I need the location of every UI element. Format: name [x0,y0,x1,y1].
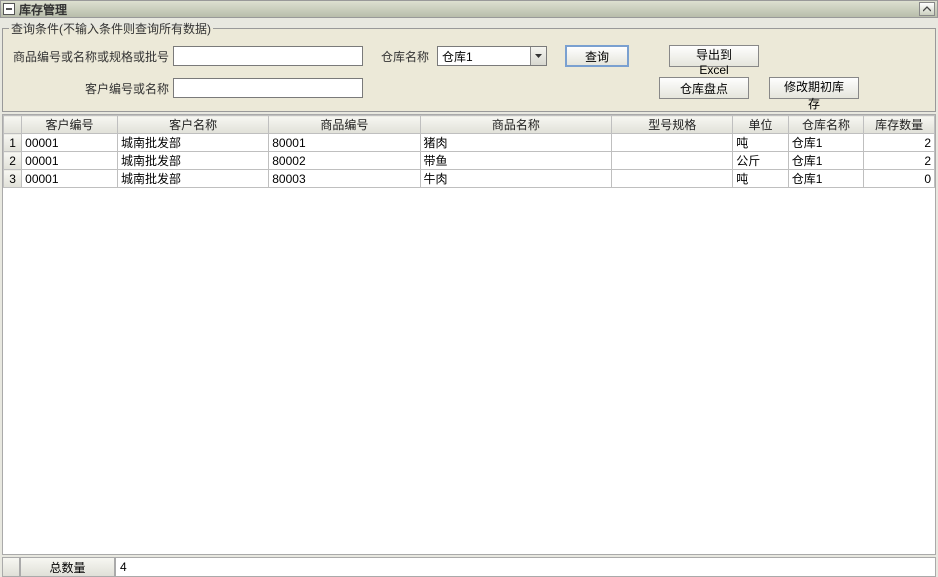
cell-spec [612,134,733,152]
cell-prod-no: 80002 [269,152,420,170]
cell-prod-name: 带鱼 [420,152,612,170]
cell-cust-name: 城南批发部 [117,134,268,152]
dropdown-arrow-icon [530,47,546,65]
footer-total-value: 4 [115,557,936,577]
col-prod-no[interactable]: 商品编号 [269,116,420,134]
window-icon [3,3,15,15]
product-filter-input[interactable] [173,46,363,66]
row-index: 1 [4,134,22,152]
cell-spec [612,170,733,188]
filter-legend: 查询条件(不输入条件则查询所有数据) [9,20,213,37]
product-filter-label: 商品编号或名称或规格或批号 [9,48,169,65]
cell-cust-name: 城南批发部 [117,152,268,170]
edit-initial-stock-button[interactable]: 修改期初库存 [769,77,859,99]
row-index: 3 [4,170,22,188]
cell-spec [612,152,733,170]
titlebar: 库存管理 [0,0,938,18]
cell-unit: 公斤 [733,152,788,170]
col-prod-name[interactable]: 商品名称 [420,116,612,134]
stock-table: 客户编号 客户名称 商品编号 商品名称 型号规格 单位 仓库名称 库存数量 10… [3,115,935,188]
table-row[interactable]: 100001城南批发部80001猪肉 吨仓库12 [4,134,935,152]
cell-prod-name: 牛肉 [420,170,612,188]
corner-cell [4,116,22,134]
col-cust-no[interactable]: 客户编号 [22,116,118,134]
row-index: 2 [4,152,22,170]
table-row[interactable]: 200001城南批发部80002带鱼公斤仓库12 [4,152,935,170]
cell-cust-name: 城南批发部 [117,170,268,188]
footer-total-label: 总数量 [20,557,115,577]
cell-unit: 吨 [733,170,788,188]
cell-cust-no: 00001 [22,134,118,152]
filter-row-2: 客户编号或名称 仓库盘点 修改期初库存 [9,77,929,99]
table-header-row: 客户编号 客户名称 商品编号 商品名称 型号规格 单位 仓库名称 库存数量 [4,116,935,134]
warehouse-selected-text: 仓库1 [438,48,530,65]
filter-row-1: 商品编号或名称或规格或批号 仓库名称 仓库1 查询 导出到Excel [9,45,929,67]
export-excel-button[interactable]: 导出到Excel [669,45,759,67]
cell-wh: 仓库1 [788,152,864,170]
cell-wh: 仓库1 [788,134,864,152]
collapse-button[interactable] [919,2,935,16]
window-root: 库存管理 查询条件(不输入条件则查询所有数据) 商品编号或名称或规格或批号 仓库… [0,0,938,577]
filter-panel: 查询条件(不输入条件则查询所有数据) 商品编号或名称或规格或批号 仓库名称 仓库… [2,20,936,112]
chevron-up-icon [923,6,931,12]
cell-cust-no: 00001 [22,170,118,188]
stocktake-button[interactable]: 仓库盘点 [659,77,749,99]
table-row[interactable]: 300001城南批发部80003牛肉 吨仓库10 [4,170,935,188]
query-button[interactable]: 查询 [565,45,629,67]
cell-cust-no: 00001 [22,152,118,170]
cell-qty: 2 [864,134,935,152]
cell-prod-name: 猪肉 [420,134,612,152]
warehouse-label: 仓库名称 [381,48,429,65]
window-title: 库存管理 [19,1,67,18]
cell-prod-no: 80001 [269,134,420,152]
col-wh[interactable]: 仓库名称 [788,116,864,134]
footer-corner [2,557,20,577]
footer-bar: 总数量 4 [2,557,936,577]
cell-qty: 0 [864,170,935,188]
cell-unit: 吨 [733,134,788,152]
cell-prod-no: 80003 [269,170,420,188]
col-spec[interactable]: 型号规格 [612,116,733,134]
cell-qty: 2 [864,152,935,170]
col-cust-name[interactable]: 客户名称 [117,116,268,134]
warehouse-select[interactable]: 仓库1 [437,46,547,66]
cell-wh: 仓库1 [788,170,864,188]
customer-filter-label: 客户编号或名称 [9,80,169,97]
data-grid[interactable]: 客户编号 客户名称 商品编号 商品名称 型号规格 单位 仓库名称 库存数量 10… [2,114,936,555]
customer-filter-input[interactable] [173,78,363,98]
col-unit[interactable]: 单位 [733,116,788,134]
col-qty[interactable]: 库存数量 [864,116,935,134]
